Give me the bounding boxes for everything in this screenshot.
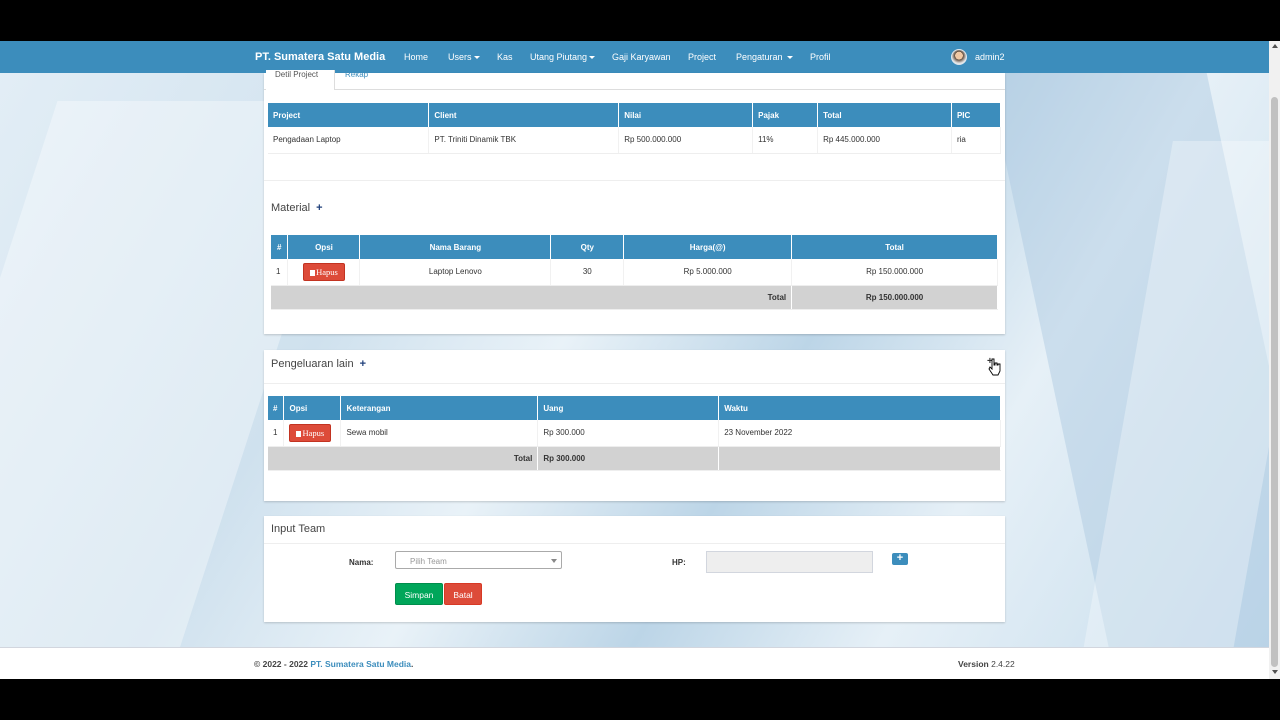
project-detail-panel: Detil Project Rekap Project Client Nilai… <box>264 70 1005 334</box>
add-pengeluaran-icon[interactable]: + <box>360 358 366 370</box>
tab-detil-project[interactable]: Detil Project <box>266 70 335 90</box>
user-avatar[interactable] <box>951 49 967 65</box>
input-team-panel: Input Team Nama: Pilih Team HP: + Simpan… <box>264 516 1005 622</box>
dropdown-arrow-icon <box>551 559 557 563</box>
nama-label: Nama: <box>349 558 374 567</box>
nav-profil[interactable]: Profil <box>810 52 831 62</box>
hp-field[interactable] <box>706 551 873 573</box>
brand-logo[interactable]: PT. Sumatera Satu Media <box>255 51 385 63</box>
nav-project[interactable]: Project <box>688 52 716 62</box>
footer-company-link[interactable]: PT. Sumatera Satu Media <box>310 659 411 669</box>
nav-home[interactable]: Home <box>404 52 428 62</box>
hapus-button[interactable]: Hapus <box>289 423 332 442</box>
add-team-button[interactable]: + <box>892 553 908 565</box>
footer-version: Version 2.4.22 <box>958 659 1015 669</box>
team-select[interactable]: Pilih Team <box>395 551 562 569</box>
nav-kas[interactable]: Kas <box>497 52 513 62</box>
table-row: 1 Hapus Sewa mobil Rp 300.000 23 Novembe… <box>268 420 1001 447</box>
caret-down-icon <box>787 56 794 60</box>
screen-letterbox-top <box>0 0 1280 41</box>
caret-down-icon <box>473 56 480 60</box>
hapus-button[interactable]: Hapus <box>303 262 345 281</box>
trash-icon <box>296 430 302 437</box>
user-name[interactable]: admin2 <box>975 52 1005 62</box>
simpan-button[interactable]: Simpan <box>395 583 443 605</box>
add-material-icon[interactable]: + <box>316 202 322 214</box>
page-scrollbar[interactable] <box>1269 41 1280 679</box>
table-total-row: Total Rp 300.000 <box>268 446 1001 471</box>
material-table: # Opsi Nama Barang Qty Harga(@) Total 1 … <box>271 235 998 310</box>
table-total-row: Total Rp 150.000.000 <box>271 285 998 310</box>
table-row: 1 Hapus Laptop Lenovo 30 Rp 5.000.000 Rp… <box>271 259 998 286</box>
pengeluaran-panel: Pengeluaran lain + + # Opsi Keterangan Ua… <box>264 350 1005 501</box>
nav-users[interactable]: Users <box>448 52 480 62</box>
caret-down-icon <box>589 56 596 60</box>
trash-icon <box>310 269 316 276</box>
page-footer: © 2022 - 2022 PT. Sumatera Satu Media. V… <box>0 647 1269 679</box>
top-navbar: PT. Sumatera Satu Media Home Users Kas U… <box>0 41 1269 73</box>
hp-label: HP: <box>672 558 686 567</box>
table-header-row: # Opsi Nama Barang Qty Harga(@) Total <box>271 235 998 259</box>
table-header-row: # Opsi Keterangan Uang Waktu <box>268 396 1001 420</box>
material-title: Material + <box>271 202 323 214</box>
batal-button[interactable]: Batal <box>444 583 482 605</box>
pengeluaran-table: # Opsi Keterangan Uang Waktu 1 Hapus Sew… <box>268 396 1001 471</box>
tab-bar: Detil Project Rekap <box>264 70 1005 90</box>
footer-copyright: © 2022 - 2022 PT. Sumatera Satu Media. <box>254 659 414 669</box>
tab-rekap[interactable]: Rekap <box>345 70 368 79</box>
hand-cursor-icon <box>988 358 1001 376</box>
nav-pengaturan[interactable]: Pengaturan <box>736 52 794 62</box>
table-header-row: Project Client Nilai Pajak Total PIC <box>268 103 1002 127</box>
scroll-down-icon[interactable] <box>1272 670 1278 674</box>
screen-letterbox-bottom <box>0 679 1280 720</box>
nav-utang-piutang[interactable]: Utang Piutang <box>530 52 596 62</box>
pengeluaran-title: Pengeluaran lain + <box>271 358 367 370</box>
project-table: Project Client Nilai Pajak Total PIC Pen… <box>268 103 1002 154</box>
table-row: Pengadaan Laptop PT. Triniti Dinamik TBK… <box>268 127 1002 154</box>
nav-gaji-karyawan[interactable]: Gaji Karyawan <box>612 52 671 62</box>
scroll-up-icon[interactable] <box>1272 44 1278 48</box>
scrollbar-thumb[interactable] <box>1271 97 1278 667</box>
input-team-title: Input Team <box>271 523 326 535</box>
